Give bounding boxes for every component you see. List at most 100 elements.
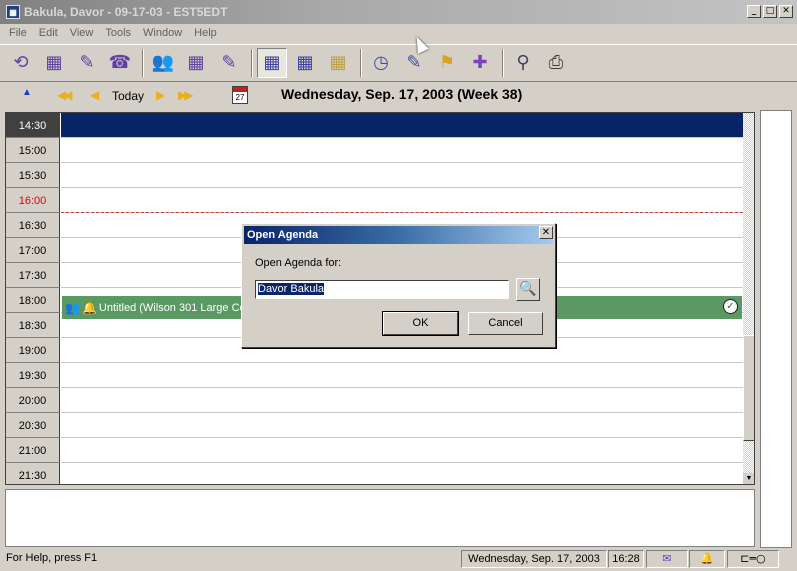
day-view-icon: ▦ xyxy=(263,52,281,73)
connection-plug-icon[interactable]: ⊏═○ xyxy=(727,550,779,568)
binoculars-icon: ⚲ xyxy=(516,52,530,73)
today-button[interactable]: Today xyxy=(112,89,144,103)
previous-day-icon[interactable]: ◀ xyxy=(90,88,99,102)
new-flag-button[interactable]: ⚑ xyxy=(432,48,462,78)
side-panel xyxy=(760,110,792,548)
group-calendar-button[interactable]: ▦ xyxy=(181,48,211,78)
time-slot: 19:30 xyxy=(6,363,60,388)
next-week-icon[interactable]: ▶▶ xyxy=(178,88,194,102)
phone-icon: ☎ xyxy=(108,52,132,73)
menu-help[interactable]: Help xyxy=(188,27,223,39)
new-flag-icon: ⚑ xyxy=(438,52,456,73)
menu-view[interactable]: View xyxy=(64,27,100,39)
group-task-icon: ✎ xyxy=(221,52,237,73)
refresh-button[interactable]: ⟲ xyxy=(6,48,36,78)
notes-pane[interactable] xyxy=(5,489,755,547)
time-slot: 18:00 xyxy=(6,288,60,313)
time-slot: 21:30 xyxy=(6,463,60,484)
new-task-button[interactable]: ✎ xyxy=(399,48,429,78)
agenda-for-label: Open Agenda for: xyxy=(255,257,342,269)
status-bar: For Help, press F1 Wednesday, Sep. 17, 2… xyxy=(0,548,797,571)
task-button[interactable]: ✎ xyxy=(72,48,102,78)
next-day-icon[interactable]: ▶ xyxy=(156,88,165,102)
magnifier-icon: 🔍 xyxy=(519,281,537,297)
menu-file[interactable]: File xyxy=(3,27,33,39)
alarm-bell-icon[interactable]: 🔔 xyxy=(689,550,725,568)
new-task-icon: ✎ xyxy=(406,52,422,73)
minimize-button[interactable]: _ xyxy=(747,5,761,18)
time-slot: 20:30 xyxy=(6,413,60,438)
week-view-button[interactable]: ▦ xyxy=(290,48,320,78)
attendees-icon: 👥 xyxy=(65,300,80,315)
agenda-name-input[interactable]: Davor Bakula xyxy=(255,280,509,299)
time-slot: 17:00 xyxy=(6,238,60,263)
time-slot-row[interactable] xyxy=(61,363,743,388)
cancel-button[interactable]: Cancel xyxy=(468,312,543,335)
search-button[interactable]: 🔍 xyxy=(516,278,540,301)
window-title: Bakula, Davor - 09-17-03 - EST5EDT xyxy=(24,5,228,19)
people-button[interactable]: 👥 xyxy=(148,48,178,78)
time-slot: 20:00 xyxy=(6,388,60,413)
task-icon: ✎ xyxy=(79,52,95,73)
printer-icon: ⎙ xyxy=(548,52,564,73)
status-help-text: For Help, press F1 xyxy=(6,552,98,564)
print-button[interactable]: ⎙ xyxy=(541,48,571,78)
dialog-title[interactable]: Open Agenda xyxy=(244,226,553,244)
menu-edit[interactable]: Edit xyxy=(33,27,64,39)
open-agenda-dialog: Open Agenda ✕ Open Agenda for: Davor Bak… xyxy=(241,223,556,348)
day-view-button[interactable]: ▦ xyxy=(257,48,287,78)
menu-bar: File Edit View Tools Window Help xyxy=(0,24,797,42)
agenda-name-value: Davor Bakula xyxy=(258,283,325,295)
time-slot-row[interactable] xyxy=(61,463,743,484)
appointment-title: Untitled (Wilson 301 Large Con xyxy=(98,301,252,314)
menu-window[interactable]: Window xyxy=(137,27,188,39)
previous-week-icon[interactable]: ◀◀ xyxy=(57,88,73,102)
calendar-button[interactable]: ▦ xyxy=(39,48,69,78)
people-icon: 👥 xyxy=(151,52,175,73)
toolbar-separator xyxy=(142,49,144,77)
status-time: 16:28 xyxy=(608,550,644,568)
scrollbar-thumb[interactable] xyxy=(743,335,754,441)
phone-button[interactable]: ☎ xyxy=(105,48,135,78)
new-appointment-button[interactable]: ◷ xyxy=(366,48,396,78)
maximize-button[interactable]: □ xyxy=(763,5,777,18)
new-pin-button[interactable]: ✚ xyxy=(465,48,495,78)
time-slot-row[interactable] xyxy=(61,388,743,413)
month-view-button[interactable]: ▦ xyxy=(323,48,353,78)
refresh-icon: ⟲ xyxy=(13,52,29,73)
scroll-up-icon[interactable]: ▲ xyxy=(22,87,32,98)
find-button[interactable]: ⚲ xyxy=(508,48,538,78)
mail-icon[interactable]: ✉ xyxy=(646,550,688,568)
ok-button[interactable]: OK xyxy=(382,311,459,336)
menu-tools[interactable]: Tools xyxy=(99,27,137,39)
time-slot-row[interactable] xyxy=(61,188,743,213)
calendar-picker-icon[interactable]: 27 xyxy=(232,86,248,104)
time-slot: 18:30 xyxy=(6,313,60,338)
week-view-icon: ▦ xyxy=(296,52,314,73)
alarm-bell-icon: 🔔 xyxy=(81,300,97,315)
date-navigation-bar: ▲ ◀◀ ◀ Today ▶ ▶▶ 27 Wednesday, Sep. 17,… xyxy=(0,83,797,109)
time-slot: 14:30 xyxy=(6,113,60,138)
toolbar: ⟲ ▦ ✎ ☎ 👥 ▦ ✎ ▦ ▦ ▦ ◷ ✎ ⚑ ✚ ⚲ ⎙ xyxy=(0,44,797,82)
title-bar[interactable]: ▦ Bakula, Davor - 09-17-03 - EST5EDT _ □… xyxy=(0,0,797,24)
time-slot: 21:00 xyxy=(6,438,60,463)
toolbar-separator xyxy=(251,49,253,77)
time-slot-row[interactable] xyxy=(61,113,743,138)
time-slot: 15:00 xyxy=(6,138,60,163)
toolbar-separator xyxy=(360,49,362,77)
time-slot-row[interactable] xyxy=(61,138,743,163)
time-slot: 16:30 xyxy=(6,213,60,238)
dialog-close-button[interactable]: ✕ xyxy=(539,226,553,239)
toolbar-separator xyxy=(502,49,504,77)
scroll-down-icon[interactable]: ▼ xyxy=(743,473,754,484)
vertical-scrollbar[interactable]: ▼ xyxy=(743,113,754,484)
time-slot-row[interactable] xyxy=(61,413,743,438)
time-slot-row[interactable] xyxy=(61,163,743,188)
app-icon[interactable]: ▦ xyxy=(6,5,20,19)
time-slot-row[interactable] xyxy=(61,438,743,463)
time-column: 14:30 15:00 15:30 16:00 16:30 17:00 17:30 18:00… xyxy=(6,113,60,484)
group-task-button[interactable]: ✎ xyxy=(214,48,244,78)
close-button[interactable]: ✕ xyxy=(779,5,793,18)
current-time-line xyxy=(61,212,743,213)
status-date: Wednesday, Sep. 17, 2003 xyxy=(461,550,607,568)
